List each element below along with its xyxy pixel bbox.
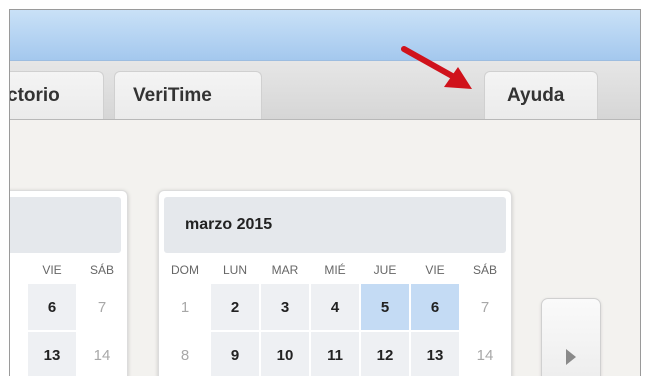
day-cell[interactable]: 8: [160, 331, 210, 376]
weekday-label: JUE: [373, 263, 397, 277]
tab-directorio[interactable]: ctorio: [10, 71, 104, 119]
day-cell-highlighted[interactable]: 5: [360, 283, 410, 331]
app-window: ctorio VeriTime Ayuda VIE SÁB 6 7 13 14 …: [9, 9, 641, 376]
calendar-previous-month: VIE SÁB 6 7 13 14: [10, 190, 128, 376]
day-cell[interactable]: 14: [460, 331, 510, 376]
weekday-label: MIÉ: [324, 263, 346, 277]
weekday-label: MAR: [271, 263, 299, 277]
calendar-march-2015: marzo 2015 DOM LUN MAR MIÉ JUE VIE SÁB 1…: [158, 190, 512, 376]
day-cell[interactable]: 6: [27, 283, 77, 331]
day-cell[interactable]: 7: [460, 283, 510, 331]
day-cell[interactable]: 2: [210, 283, 260, 331]
top-bar: [10, 10, 640, 61]
day-cell[interactable]: 1: [160, 283, 210, 331]
day-cell[interactable]: 14: [77, 331, 127, 376]
red-arrow-icon: [401, 46, 472, 89]
day-cell-highlighted[interactable]: 6: [410, 283, 460, 331]
tab-bar: ctorio VeriTime Ayuda: [10, 61, 640, 120]
calendar-header: [10, 197, 121, 253]
day-cell[interactable]: 9: [210, 331, 260, 376]
day-cell[interactable]: 3: [260, 283, 310, 331]
day-cell[interactable]: 7: [77, 283, 127, 331]
tab-veritime[interactable]: VeriTime: [114, 71, 262, 119]
triangle-right-icon: [566, 349, 576, 365]
calendar-header: marzo 2015: [164, 197, 506, 253]
day-cell[interactable]: 13: [27, 331, 77, 376]
weekday-label: SÁB: [472, 263, 497, 277]
weekday-label: VIE: [425, 263, 445, 277]
day-cell[interactable]: 13: [410, 331, 460, 376]
day-cell[interactable]: 10: [260, 331, 310, 376]
tab-ayuda[interactable]: Ayuda: [484, 71, 598, 119]
day-cell[interactable]: 11: [310, 331, 360, 376]
day-cell[interactable]: 4: [310, 283, 360, 331]
next-month-button[interactable]: [541, 298, 601, 376]
weekday-label: DOM: [171, 263, 199, 277]
day-cell[interactable]: 12: [360, 331, 410, 376]
weekday-label: VIE: [42, 263, 62, 277]
month-title: marzo 2015: [185, 216, 273, 233]
weekday-label: SÁB: [89, 263, 114, 277]
weekday-label: LUN: [222, 263, 247, 277]
